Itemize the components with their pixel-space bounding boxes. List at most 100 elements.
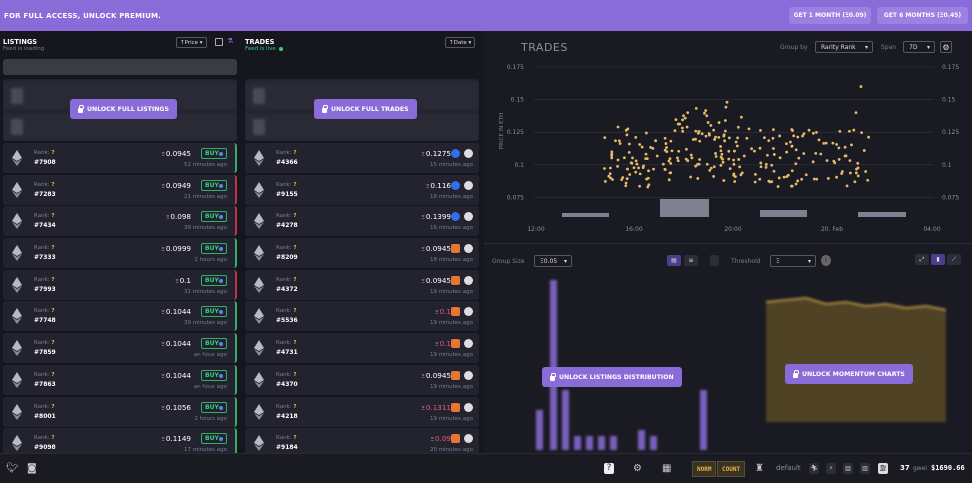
threshold-input[interactable]: Ξ: [770, 255, 816, 267]
buyer-avatar[interactable]: [464, 244, 473, 254]
histogram-view-icon[interactable]: ▮: [931, 254, 945, 265]
buyer-avatar[interactable]: [464, 402, 473, 412]
trade-row[interactable]: Rank: ? #5536 Ξ0.1 19 minutes ago: [245, 301, 479, 332]
filter-1-icon[interactable]: ▥: [843, 463, 853, 474]
trade-point: [770, 163, 774, 167]
trade-point: [732, 158, 735, 162]
group-size-select[interactable]: Ξ0.05: [534, 255, 572, 267]
info-icon[interactable]: i: [821, 255, 831, 266]
buyer-avatar[interactable]: [464, 370, 473, 380]
trade-row[interactable]: Rank: ? #4278 Ξ0.1399 16 minutes ago: [245, 206, 479, 237]
trade-point: [719, 163, 723, 167]
norm-button[interactable]: NORM: [692, 461, 717, 477]
listings-list: Rank: ? #7908 Ξ0.0945 BUY 52 minutes ago Rank…: [3, 143, 237, 453]
twitter-icon[interactable]: 🐦︎: [6, 463, 19, 474]
trade-point: [792, 134, 796, 138]
trade-row[interactable]: Rank: ? #9155 Ξ0.116 16 minutes ago: [245, 174, 479, 205]
listing-row[interactable]: Rank: ? #7993 Ξ0.1 BUY 31 minutes ago: [3, 269, 237, 300]
span-select[interactable]: 7D: [903, 41, 935, 53]
line-view-icon[interactable]: ⟋: [947, 254, 961, 265]
listings-checkbox[interactable]: [215, 38, 223, 46]
trade-row[interactable]: Rank: ? #4372 Ξ0.0945 19 minutes ago: [245, 269, 479, 300]
listing-row[interactable]: Rank: ? #7333 Ξ0.0999 BUY 2 hours ago: [3, 238, 237, 269]
trade-point: [684, 157, 688, 161]
distribution-chart-blurred: [536, 280, 707, 450]
trades-list: Rank: ? #4366 Ξ0.1275 15 minutes ago Rank: ?…: [245, 143, 479, 453]
filter-icon[interactable]: ⚗: [227, 37, 233, 45]
group-by-select[interactable]: Rarity Rank: [815, 41, 873, 53]
buyer-avatar[interactable]: [464, 434, 473, 444]
listings-sort-price[interactable]: ↑Price ▾: [176, 37, 207, 48]
listing-row[interactable]: Rank: ? #7863 Ξ0.1044 BUY an hour ago: [3, 364, 237, 395]
listing-row[interactable]: Rank: ? #7434 Ξ0.098 BUY 39 minutes ago: [3, 206, 237, 237]
listing-row[interactable]: Rank: ? #7859 Ξ0.1044 BUY an hour ago: [3, 333, 237, 364]
buy-button[interactable]: BUY: [201, 369, 227, 381]
buy-button[interactable]: BUY: [201, 401, 227, 413]
trade-row[interactable]: Rank: ? #4731 Ξ0.1 19 minutes ago: [245, 333, 479, 364]
buy-button[interactable]: BUY: [201, 179, 227, 191]
unlock-momentum-charts-button[interactable]: UNLOCK MOMENTUM CHARTS: [785, 364, 913, 384]
trade-row[interactable]: Rank: ? #4366 Ξ0.1275 15 minutes ago: [245, 143, 479, 173]
trade-point: [812, 177, 816, 181]
buyer-avatar[interactable]: [464, 307, 473, 317]
listing-row[interactable]: Rank: ? #7283 Ξ0.0949 BUY 21 minutes ago: [3, 174, 237, 205]
listing-price: Ξ0.098: [165, 212, 191, 222]
toggle-checkbox[interactable]: [710, 255, 719, 266]
trade-row[interactable]: Rank: ? #4370 Ξ0.0945 19 minutes ago: [245, 364, 479, 395]
gas-pump-icon: ⛽︎: [878, 463, 888, 474]
trophy-icon[interactable]: ♜: [755, 463, 764, 474]
listing-age: 39 minutes ago: [184, 320, 227, 327]
unlock-full-listings-button[interactable]: UNLOCK FULL LISTINGS: [70, 99, 177, 119]
get-1-month-button[interactable]: GET 1 MONTH (Ξ0.09): [789, 7, 871, 24]
buy-button[interactable]: BUY: [201, 274, 227, 286]
buyer-avatar[interactable]: [464, 149, 473, 158]
trade-point: [789, 140, 792, 144]
trade-point: [825, 159, 829, 162]
bar-view-icon[interactable]: ▤: [667, 255, 681, 266]
buy-button[interactable]: BUY: [201, 211, 227, 223]
bolt-icon[interactable]: ⚡︎: [826, 463, 836, 474]
trade-point: [733, 149, 736, 153]
listings-status: Feed is loading: [3, 46, 45, 52]
runner-icon[interactable]: 🏃︎: [809, 463, 819, 474]
filter-2-icon[interactable]: ▥: [860, 463, 870, 474]
buyer-avatar[interactable]: [464, 180, 473, 190]
help-icon[interactable]: ?: [604, 463, 614, 474]
scatter-view-icon[interactable]: ⤢: [915, 254, 929, 265]
token-id: #9098: [34, 444, 56, 452]
buy-button[interactable]: BUY: [201, 433, 227, 445]
trades-status: Feed is live: [245, 46, 283, 52]
trade-point: [759, 165, 763, 169]
buy-button[interactable]: BUY: [201, 148, 227, 159]
listing-row[interactable]: Rank: ? #8001 Ξ0.1056 BUY 2 hours ago: [3, 396, 237, 427]
count-button[interactable]: COUNT: [717, 461, 746, 477]
buy-button[interactable]: BUY: [201, 338, 227, 350]
buyer-avatar[interactable]: [464, 275, 473, 285]
trade-row[interactable]: Rank: ? #8209 Ξ0.0945 18 minutes ago: [245, 238, 479, 269]
unlock-listings-distribution-button[interactable]: UNLOCK LISTINGS DISTRIBUTION: [542, 367, 682, 387]
discord-icon[interactable]: ◙: [27, 463, 37, 474]
calendar-icon[interactable]: ▦: [662, 463, 671, 474]
buyer-avatar[interactable]: [464, 212, 473, 222]
get-6-months-button[interactable]: GET 6 MONTHS (Ξ0.45): [877, 7, 968, 24]
trade-row[interactable]: Rank: ? #4218 Ξ0.1311 19 minutes ago: [245, 396, 479, 427]
trades-sort-date[interactable]: ↑Date ▾: [445, 37, 476, 48]
trade-row[interactable]: Rank: ? #9184 Ξ0.09 20 minutes ago: [245, 428, 479, 453]
token-id: #7993: [34, 285, 56, 293]
chart-settings-gear-icon[interactable]: ⚙: [940, 41, 952, 53]
list-view-icon[interactable]: ≡: [684, 255, 698, 266]
buy-button[interactable]: BUY: [201, 243, 227, 255]
trade-point: [712, 128, 716, 132]
buy-button[interactable]: BUY: [201, 306, 227, 318]
trade-point: [765, 153, 769, 157]
listings-search-bar[interactable]: [3, 59, 237, 75]
listing-row[interactable]: Rank: ? #7748 Ξ0.1044 BUY 39 minutes ago: [3, 301, 237, 332]
listing-row[interactable]: Rank: ? #9098 Ξ0.1149 BUY 17 minutes ago: [3, 428, 237, 453]
trade-point: [855, 167, 858, 171]
unlock-full-trades-button[interactable]: UNLOCK FULL TRADES: [314, 99, 417, 119]
trade-age: 19 minutes ago: [430, 320, 473, 327]
ethereum-icon: [12, 213, 22, 230]
buyer-avatar[interactable]: [464, 339, 473, 349]
listing-row[interactable]: Rank: ? #7908 Ξ0.0945 BUY 52 minutes ago: [3, 143, 237, 173]
settings-gear-icon[interactable]: ⚙: [633, 463, 642, 474]
